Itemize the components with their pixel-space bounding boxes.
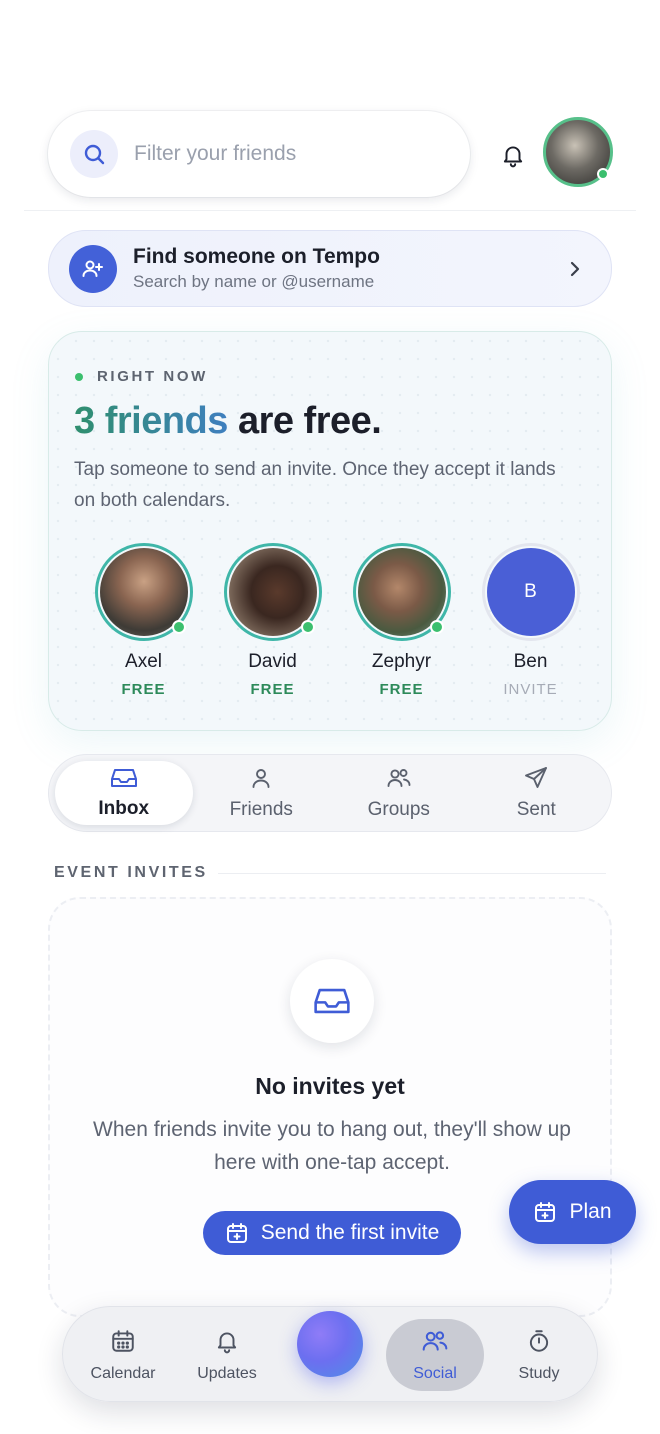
users-icon [386,766,412,795]
friend-axel[interactable]: Axel FREE [79,543,208,698]
right-now-card: RIGHT NOW 3 friends are free. Tap someon… [48,331,612,731]
users-icon [421,1328,449,1359]
right-now-description: Tap someone to send an invite. Once they… [74,459,556,511]
nav-study[interactable]: Study [489,1319,589,1391]
tab-label: Sent [516,798,556,820]
plan-label: Plan [569,1200,612,1223]
friend-avatar [94,543,193,641]
nav-label: Updates [197,1364,257,1382]
friend-name: David [248,651,297,672]
free-count: 3 friends [74,400,228,442]
live-dot [75,372,83,381]
tab-label: Inbox [98,797,150,819]
friend-name: Ben [513,651,548,672]
nav-calendar[interactable]: Calendar [73,1319,173,1391]
friend-zephyr[interactable]: Zephyr FREE [337,543,466,698]
nav-label: Study [518,1364,560,1382]
tab-inbox[interactable]: Inbox [55,761,193,825]
section-divider [218,873,606,874]
inbox-icon [110,767,137,794]
event-invites-heading: EVENT INVITES [54,864,208,881]
tab-label: Friends [229,798,293,820]
friend-avatar [223,543,322,641]
free-friends-list: Axel FREE David FREE Zephyr FREE B Ben I… [79,543,595,698]
online-indicator [597,168,609,180]
online-indicator [300,620,315,634]
avatar-initial: B [486,548,575,636]
find-banner-subtitle: Search by name or @username [133,272,375,291]
send-first-invite-button[interactable]: Send the first invite [203,1211,461,1255]
plan-button[interactable]: Plan [509,1180,636,1244]
online-indicator [171,620,186,634]
friend-status: FREE [250,681,295,698]
user-icon [249,766,273,795]
right-now-label-text: RIGHT NOW [97,368,208,385]
find-banner-title: Find someone on Tempo [133,245,380,268]
bottom-navigation: Calendar Updates Social Study [62,1306,598,1402]
friend-status: FREE [379,681,424,698]
assistant-orb-button[interactable] [297,1311,363,1377]
bell-icon [214,1328,240,1359]
profile-avatar[interactable] [543,117,613,187]
friend-avatar: B [481,543,580,641]
nav-updates[interactable]: Updates [177,1319,277,1391]
friend-david[interactable]: David FREE [208,543,337,698]
send-first-invite-label: Send the first invite [260,1221,440,1244]
free-headline-rest: are free. [227,400,382,442]
friend-name: Zephyr [371,651,432,672]
header-divider [24,210,636,211]
empty-state-title: No invites yet [255,1073,405,1099]
add-user-icon [69,244,117,293]
friend-status: FREE [121,681,166,698]
right-now-label: RIGHT NOW [75,368,208,385]
friend-status: INVITE [503,681,558,698]
friend-avatar [352,543,451,641]
inbox-icon [290,959,374,1043]
stopwatch-icon [526,1328,552,1359]
search-bar[interactable] [48,111,470,197]
search-input[interactable] [134,142,434,166]
send-icon [524,766,548,795]
notifications-bell-icon[interactable] [498,140,528,170]
friend-ben[interactable]: B Ben INVITE [466,543,595,698]
tab-groups[interactable]: Groups [330,761,468,825]
nav-social[interactable]: Social [386,1319,484,1391]
find-someone-banner[interactable]: Find someone on Tempo Search by name or … [48,230,612,307]
friend-name: Axel [125,651,162,672]
calendar-plus-icon [535,1202,556,1222]
social-tabs: Inbox Friends Groups Sent [48,754,612,832]
tab-friends[interactable]: Friends [193,761,331,825]
calendar-plus-icon [226,1223,247,1243]
empty-state-description: When friends invite you to hang out, the… [93,1118,571,1174]
tab-label: Groups [367,798,430,820]
empty-invites-panel: No invites yet When friends invite you t… [48,897,612,1317]
chevron-right-icon [565,258,585,285]
calendar-icon [110,1328,136,1359]
search-icon [70,130,118,178]
free-friends-headline: 3 friends are free. [74,400,382,443]
tab-sent[interactable]: Sent [468,761,606,825]
nav-label: Calendar [90,1364,156,1382]
online-indicator [429,620,444,634]
nav-label: Social [413,1364,457,1382]
